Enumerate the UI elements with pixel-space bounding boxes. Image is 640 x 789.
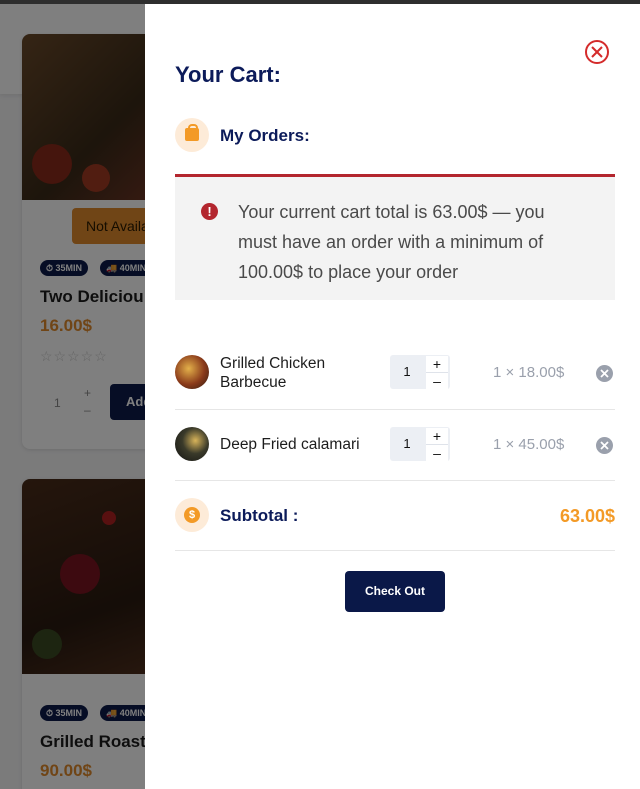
item-name: Deep Fried calamari: [220, 436, 360, 453]
alert-message: Your current cart total is 63.00$ — you …: [238, 202, 545, 282]
item-price: 1 × 45.00$: [493, 436, 565, 453]
cart-item: Grilled Chicken Barbecue 1 + – 1 × 18.00…: [175, 337, 615, 407]
dollar-coin-icon: $: [175, 498, 209, 532]
close-cart-button[interactable]: [585, 40, 609, 64]
increase-quantity-button[interactable]: +: [426, 428, 448, 444]
checkout-button[interactable]: Check Out: [345, 571, 445, 612]
quantity-stepper: 1 + –: [390, 427, 450, 461]
subtotal-value: 63.00$: [559, 506, 615, 526]
quantity-value[interactable]: 1: [390, 427, 424, 461]
minimum-order-alert: ! Your current cart total is 63.00$ — yo…: [175, 174, 615, 300]
decrease-quantity-button[interactable]: –: [426, 444, 448, 461]
my-orders-heading: My Orders:: [220, 126, 310, 145]
close-icon: [591, 46, 603, 58]
quantity-stepper: 1 + –: [390, 355, 450, 389]
divider: [175, 550, 615, 551]
item-name: Grilled Chicken Barbecue: [220, 355, 326, 391]
shopping-bag-icon: [175, 118, 209, 152]
remove-icon: [600, 369, 609, 378]
decrease-quantity-button[interactable]: –: [426, 372, 448, 389]
item-thumbnail: [175, 427, 209, 461]
divider: [175, 480, 615, 481]
cart-panel: Your Cart: My Orders: ! Your current car…: [145, 4, 640, 789]
cart-item: Deep Fried calamari 1 + – 1 × 45.00$: [175, 409, 615, 479]
quantity-value[interactable]: 1: [390, 355, 424, 389]
item-price: 1 × 18.00$: [493, 364, 565, 381]
remove-item-button[interactable]: [596, 365, 613, 382]
subtotal-label: Subtotal :: [220, 506, 299, 525]
cart-title: Your Cart:: [175, 62, 281, 87]
remove-item-button[interactable]: [596, 437, 613, 454]
item-thumbnail: [175, 355, 209, 389]
increase-quantity-button[interactable]: +: [426, 356, 448, 372]
coin-symbol: $: [184, 507, 200, 523]
remove-icon: [600, 441, 609, 450]
alert-icon: !: [201, 203, 218, 220]
